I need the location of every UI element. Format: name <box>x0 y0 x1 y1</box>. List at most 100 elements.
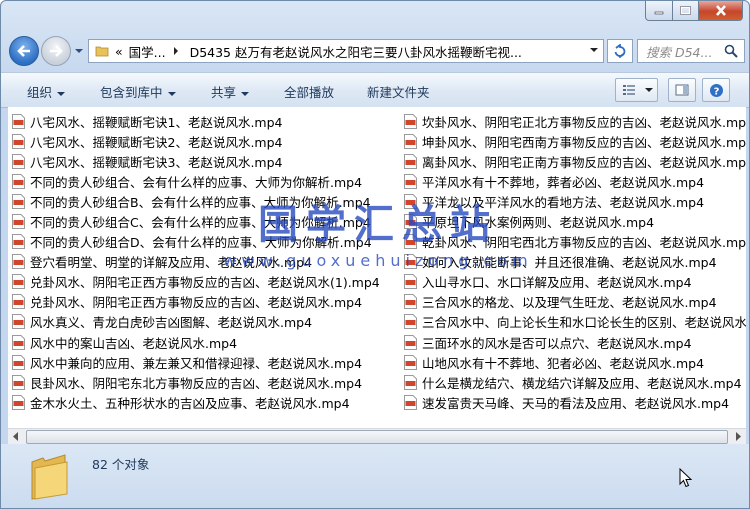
video-file-icon <box>12 173 25 189</box>
file-item[interactable]: 八宅风水、摇鞭赋断宅诀2、老赵说风水.mp4 <box>8 131 400 151</box>
file-item[interactable]: 兑卦风水、阴阳宅正西方事物反应的吉凶、老赵说风水(1).mp4 <box>8 272 400 292</box>
play-all-button[interactable]: 全部播放 <box>284 82 334 101</box>
address-bar[interactable]: « 国学... D5435 赵万有老赵说风水之阳宅三要八卦风水摇鞭断宅视... <box>88 39 604 63</box>
file-name: 平洋风水有十不葬地，葬者必凶、老赵说风水.mp4 <box>422 174 705 190</box>
address-dropdown-icon[interactable] <box>590 46 599 54</box>
file-item[interactable]: 三合风水中、向上论长生和水口论长生的区别、老赵说风水.mp4 <box>400 312 746 332</box>
file-name: 入山寻水口、水口详解及应用、老赵说风水.mp4 <box>422 275 692 291</box>
include-in-library-menu[interactable]: 包含到库中 <box>100 82 176 101</box>
file-item[interactable]: 不同的贵人砂组合B、会有什么样的应事、大师为你解析.mp4 <box>8 191 400 211</box>
file-name: 如何入坟就能断事、并且还很准确、老赵说风水.mp4 <box>422 255 717 271</box>
video-file-icon <box>404 133 417 149</box>
file-item[interactable]: 什么是横龙结穴、横龙结穴详解及应用、老赵说风水.mp4 <box>400 372 746 392</box>
horizontal-scrollbar[interactable] <box>8 428 746 444</box>
file-item[interactable]: 艮卦风水、阴阳宅东北方事物反应的吉凶、老赵说风水.mp4 <box>8 372 400 392</box>
view-options-dropdown[interactable] <box>641 78 658 102</box>
recent-pages-dropdown[interactable] <box>74 45 84 55</box>
maximize-button[interactable] <box>673 1 699 21</box>
file-item[interactable]: 八宅风水、摇鞭赋断宅诀3、老赵说风水.mp4 <box>8 151 400 171</box>
file-item[interactable]: 八宅风水、摇鞭赋断宅诀1、老赵说风水.mp4 <box>8 111 400 131</box>
change-view-button[interactable] <box>615 78 643 102</box>
preview-pane-button[interactable] <box>668 78 696 102</box>
file-item[interactable]: 平洋龙以及平洋风水的看地方法、老赵说风水.mp4 <box>400 191 746 211</box>
file-name: 坤卦风水、阴阳宅西南方事物反应的吉凶、老赵说风水.mp4 <box>422 134 746 150</box>
file-name: 不同的贵人砂组合B、会有什么样的应事、大师为你解析.mp4 <box>30 194 371 210</box>
folder-icon <box>95 46 109 57</box>
file-item[interactable]: 三面环水的风水是否可以点穴、老赵说风水.mp4 <box>400 332 746 352</box>
minimize-button[interactable] <box>645 1 673 21</box>
breadcrumb-item-current[interactable]: D5435 赵万有老赵说风水之阳宅三要八卦风水摇鞭断宅视... <box>190 42 522 61</box>
video-file-icon <box>404 153 417 169</box>
forward-arrow-icon <box>50 45 63 57</box>
file-item[interactable]: 登穴看明堂、明堂的详解及应用、老赵说风水.mp4 <box>8 252 400 272</box>
caret-down-icon <box>57 91 66 96</box>
maximize-icon <box>680 6 691 15</box>
video-file-icon <box>404 193 417 209</box>
file-item[interactable]: 坎卦风水、阴阳宅正北方事物反应的吉凶、老赵说风水.mp4 <box>400 111 746 131</box>
file-item[interactable]: 金木水火土、五种形状水的吉凶及应事、老赵说风水.mp4 <box>8 392 400 412</box>
video-file-icon <box>12 214 25 230</box>
search-box[interactable]: 搜索 D54... <box>637 39 745 63</box>
file-item[interactable]: 坤卦风水、阴阳宅西南方事物反应的吉凶、老赵说风水.mp4 <box>400 131 746 151</box>
file-name: 三合风水的格龙、以及理气生旺龙、老赵说风水.mp4 <box>422 295 717 311</box>
scroll-right-icon[interactable] <box>734 432 742 441</box>
file-item[interactable]: 入山寻水口、水口详解及应用、老赵说风水.mp4 <box>400 272 746 292</box>
new-folder-button[interactable]: 新建文件夹 <box>367 82 430 101</box>
back-button[interactable] <box>9 36 39 66</box>
file-item[interactable]: 平洋风水有十不葬地，葬者必凶、老赵说风水.mp4 <box>400 171 746 191</box>
file-item[interactable]: 离卦风水、阴阳宅正南方事物反应的吉凶、老赵说风水.mp4 <box>400 151 746 171</box>
new-folder-label: 新建文件夹 <box>367 85 430 100</box>
search-icon[interactable] <box>724 44 738 58</box>
help-button[interactable]: ? <box>702 78 730 102</box>
chevron-down-icon <box>75 49 83 53</box>
organize-label: 组织 <box>27 85 53 100</box>
video-file-icon <box>404 394 417 410</box>
breadcrumb-overflow[interactable]: « <box>115 44 123 59</box>
file-name: 三面环水的风水是否可以点穴、老赵说风水.mp4 <box>422 335 692 351</box>
file-item[interactable]: 山地风水有十不葬地、犯者必凶、老赵说风水.mp4 <box>400 352 746 372</box>
file-item[interactable]: 风水中的案山吉凶、老赵说风水.mp4 <box>8 332 400 352</box>
file-name: 乾卦风水、阴阳宅西北方事物反应的吉凶、老赵说风水.mp4 <box>422 235 746 251</box>
video-file-icon <box>12 294 25 310</box>
scroll-left-icon[interactable] <box>12 432 20 441</box>
file-item[interactable]: 不同的贵人砂组合D、会有什么样的应事、大师为你解析.mp4 <box>8 232 400 252</box>
video-file-icon <box>12 133 25 149</box>
explorer-window: « 国学... D5435 赵万有老赵说风水之阳宅三要八卦风水摇鞭断宅视... … <box>0 0 750 509</box>
search-input[interactable]: 搜索 D54... <box>646 42 724 61</box>
video-file-icon <box>12 153 25 169</box>
file-name: 什么是横龙结穴、横龙结穴详解及应用、老赵说风水.mp4 <box>422 375 742 391</box>
file-item[interactable]: 风水真义、青龙白虎砂吉凶图解、老赵说风水.mp4 <box>8 312 400 332</box>
refresh-button[interactable] <box>607 39 633 63</box>
video-file-icon <box>12 374 25 390</box>
video-file-icon <box>12 113 25 129</box>
file-item[interactable]: 速发富贵天马峰、天马的看法及应用、老赵说风水.mp4 <box>400 392 746 412</box>
organize-menu[interactable]: 组织 <box>27 82 66 101</box>
file-item[interactable]: 不同的贵人砂组合C、会有什么样的应事、大师为你解析.mp4 <box>8 211 400 231</box>
file-name: 速发富贵天马峰、天马的看法及应用、老赵说风水.mp4 <box>422 395 730 411</box>
refresh-icon <box>614 44 626 58</box>
caret-down-icon <box>241 91 250 96</box>
file-item[interactable]: 乾卦风水、阴阳宅西北方事物反应的吉凶、老赵说风水.mp4 <box>400 232 746 252</box>
file-item[interactable]: 兑卦风水、阴阳宅正西方事物反应的吉凶、老赵说风水.mp4 <box>8 292 400 312</box>
file-name: 不同的贵人砂组合C、会有什么样的应事、大师为你解析.mp4 <box>30 215 371 231</box>
close-button[interactable] <box>699 1 743 21</box>
file-name: 风水中兼向的应用、兼左兼又和借禄迎禄、老赵说风水.mp4 <box>30 355 363 371</box>
view-list-icon <box>623 85 635 95</box>
folder-icon <box>31 454 68 500</box>
title-bar <box>1 1 749 35</box>
chevron-right-icon[interactable] <box>172 47 180 55</box>
file-item[interactable]: 三合风水的格龙、以及理气生旺龙、老赵说风水.mp4 <box>400 292 746 312</box>
file-name: 八宅风水、摇鞭赋断宅诀2、老赵说风水.mp4 <box>30 134 283 150</box>
breadcrumb-item-parent[interactable]: 国学... <box>129 42 166 61</box>
forward-button[interactable] <box>41 36 71 66</box>
file-item[interactable]: 平原坦下风水案例两则、老赵说风水.mp4 <box>400 211 746 231</box>
file-item[interactable]: 不同的贵人砂组合、会有什么样的应事、大师为你解析.mp4 <box>8 171 400 191</box>
share-menu[interactable]: 共享 <box>211 82 250 101</box>
file-name: 风水真义、青龙白虎砂吉凶图解、老赵说风水.mp4 <box>30 315 313 331</box>
file-item[interactable]: 风水中兼向的应用、兼左兼又和借禄迎禄、老赵说风水.mp4 <box>8 352 400 372</box>
file-column-left: 八宅风水、摇鞭赋断宅诀1、老赵说风水.mp4 八宅风水、摇鞭赋断宅诀2、老赵说风水… <box>8 111 400 412</box>
scrollbar-thumb[interactable] <box>26 430 728 444</box>
file-name: 金木水火土、五种形状水的吉凶及应事、老赵说风水.mp4 <box>30 395 350 411</box>
file-item[interactable]: 如何入坟就能断事、并且还很准确、老赵说风水.mp4 <box>400 252 746 272</box>
command-bar: 组织 包含到库中 共享 全部播放 新建文件夹 ? <box>1 72 749 108</box>
